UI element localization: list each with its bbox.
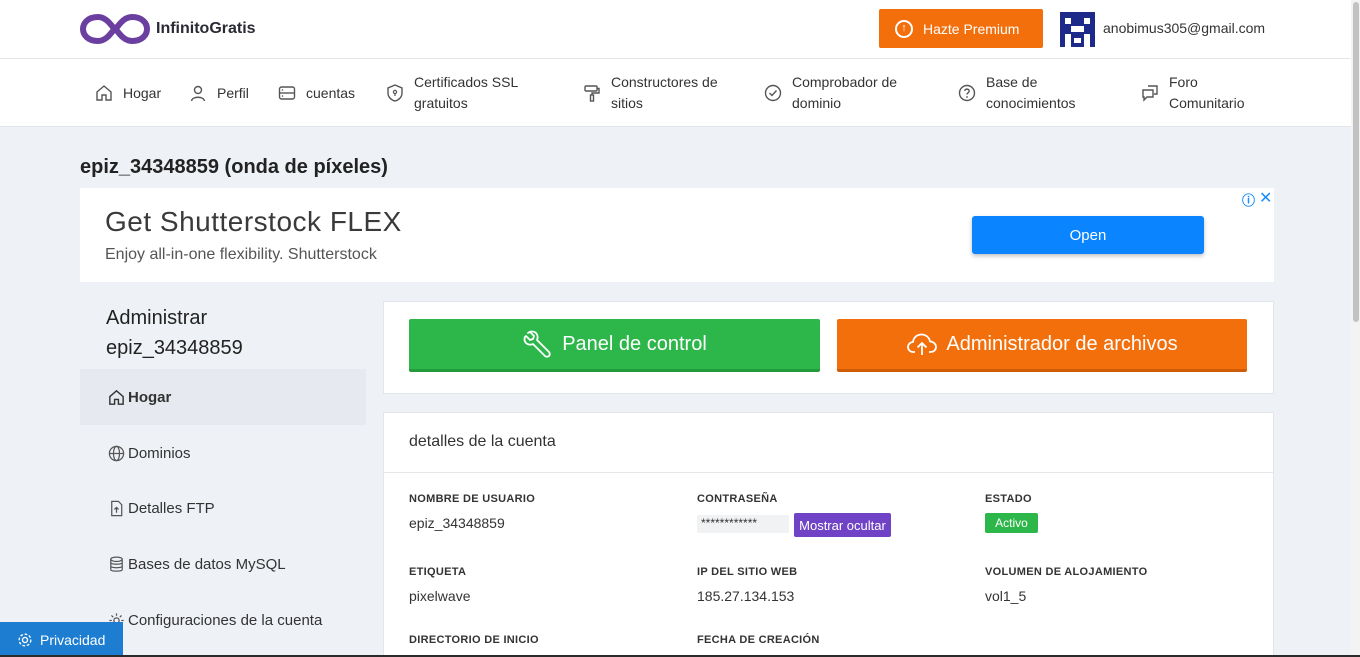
sidebar-item-mysql[interactable]: Bases de datos MySQL [80,536,366,592]
scrollbar-thumb[interactable] [1353,2,1359,322]
top-header: InfinitoGratis ↑ Hazte Premium anobimus3… [0,0,1360,59]
user-icon [190,85,206,102]
home-icon [109,389,124,405]
nav-label: Comprobador de dominio [792,74,898,111]
ip-label: IP DEL SITIO WEB [697,566,798,578]
file-manager-label: Administrador de archivos [946,332,1178,355]
main-nav: Hogar Perfil cuentas Certificados SSL gr… [0,59,1360,127]
nav-item-profile[interactable]: Perfil [188,59,249,127]
tag-value: pixelwave [409,588,471,604]
username-label: NOMBRE DE USUARIO [409,493,536,505]
nav-label: cuentas [306,84,356,101]
globe-icon [108,445,125,461]
nav-label: Hogar [123,84,162,101]
home-directory-label: DIRECTORIO DE INICIO [409,634,539,646]
creation-date-label: FECHA DE CREACIÓN [697,634,820,646]
premium-button[interactable]: ↑ Hazte Premium [879,9,1043,48]
divider [384,472,1273,473]
show-hide-password-button[interactable]: Mostrar ocultar [794,513,891,537]
shield-icon [387,84,403,102]
nav-label: Constructores de sitios [611,74,718,111]
file-upload-icon [111,500,123,516]
privacy-label: Privacidad [40,631,106,648]
file-manager-button[interactable]: Administrador de archivos [837,319,1247,372]
volume-label: VOLUMEN DE ALOJAMIENTO [985,566,1148,578]
nav-item-forum[interactable]: Foro Comunitario [1140,59,1259,127]
nav-item-domain-checker[interactable]: Comprobador de dominio [763,59,922,127]
brand-name: InfinitoGratis [156,20,256,37]
volume-value: vol1_5 [985,588,1027,604]
home-icon [96,85,112,101]
premium-label: Hazte Premium [923,20,1020,37]
password-value: ************ [697,515,789,533]
sidebar-title: Administrar epiz_34348859 [106,303,243,363]
infinity-logo-icon [80,13,150,45]
avatar[interactable] [1060,12,1095,47]
nav-label: Perfil [217,84,249,101]
server-icon [278,86,296,100]
nav-item-knowledge-base[interactable]: Base de conocimientos [957,59,1096,127]
sidebar-item-domains[interactable]: Dominios [80,425,366,481]
nav-item-home[interactable]: Hogar [94,59,161,127]
username-value: epiz_34348859 [409,515,505,531]
chat-icon [1142,85,1158,102]
sidebar-item-label: Hogar [128,388,172,406]
check-circle-icon [764,84,782,102]
password-label: CONTRASEÑA [697,493,778,505]
gear-icon [18,632,32,647]
nav-label: Base de conocimientos [986,74,1076,111]
sidebar-item-label: Detalles FTP [128,499,215,517]
help-circle-icon [958,84,976,102]
wrench-icon [523,330,551,358]
cloud-upload-icon [907,333,938,355]
database-icon [110,555,123,572]
paint-roller-icon [584,85,600,102]
sidebar-item-label: Configuraciones de la cuenta [128,611,323,629]
sidebar-title-line1: Administrar [106,307,208,329]
nav-item-ssl[interactable]: Certificados SSL gratuitos [385,59,544,127]
status-badge: Activo [985,513,1038,533]
privacy-button[interactable]: Privacidad [0,622,123,657]
sidebar-item-home[interactable]: Hogar [80,369,366,425]
tag-label: ETIQUETA [409,566,467,578]
ad-title: Get Shutterstock FLEX [105,206,402,237]
sidebar-title-line2: epiz_34348859 [106,337,243,359]
logo[interactable]: InfinitoGratis [80,11,256,47]
details-heading: detalles de la cuenta [409,433,556,450]
nav-label: Certificados SSL gratuitos [414,74,518,111]
ip-value: 185.27.134.153 [697,588,795,604]
scrollbar[interactable] [1351,0,1360,657]
user-email[interactable]: anobimus305@gmail.com [1103,20,1265,36]
nav-item-site-builders[interactable]: Constructores de sitios [582,59,741,127]
info-icon[interactable]: ⓘ [1242,190,1255,209]
sidebar-item-label: Dominios [128,444,191,462]
control-panel-label: Panel de control [562,332,707,355]
sidebar-item-label: Bases de datos MySQL [128,555,286,573]
nav-label: Foro Comunitario [1169,74,1245,111]
ad-open-button[interactable]: Open [972,216,1204,254]
ad-subtitle: Enjoy all-in-one flexibility. Shuttersto… [105,246,377,263]
close-icon[interactable]: ✕ [1259,188,1272,208]
sidebar-item-ftp[interactable]: Detalles FTP [80,480,366,536]
status-label: ESTADO [985,493,1032,505]
arrow-up-circle-icon: ↑ [895,19,913,38]
control-panel-button[interactable]: Panel de control [409,319,820,372]
page-title: epiz_34348859 (onda de píxeles) [80,156,388,178]
ad-banner[interactable]: Get Shutterstock FLEX Enjoy all-in-one f… [80,188,1274,282]
nav-item-accounts[interactable]: cuentas [277,59,355,127]
